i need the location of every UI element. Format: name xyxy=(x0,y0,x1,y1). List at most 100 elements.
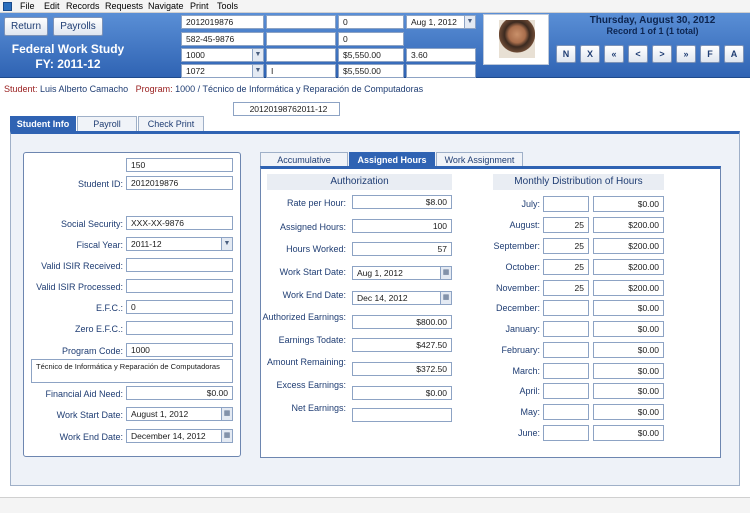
menu-navigate[interactable]: Navigate xyxy=(148,1,184,11)
header-field[interactable]: $5,550.00 xyxy=(338,48,404,62)
month-hours-field[interactable] xyxy=(543,363,589,379)
header-field[interactable]: 3.60 xyxy=(406,48,476,62)
month-amount-field[interactable]: $0.00 xyxy=(593,363,664,379)
month-amount-field[interactable]: $0.00 xyxy=(593,342,664,358)
find-button[interactable]: F xyxy=(700,45,720,63)
auth-work-start-field[interactable]: Aug 1, 2012 ▦ xyxy=(352,266,452,280)
month-hours-field[interactable]: 25 xyxy=(543,280,589,296)
month-hours-field[interactable] xyxy=(543,196,589,212)
header-field-code[interactable]: 1072 ▼ xyxy=(181,64,264,78)
chevron-down-icon[interactable]: ▼ xyxy=(252,49,263,61)
calendar-icon[interactable]: ▦ xyxy=(440,267,451,279)
month-label: August: xyxy=(509,220,540,230)
header-field[interactable]: $5,550.00 xyxy=(338,64,404,78)
earnings-todate-field[interactable]: $427.50 xyxy=(352,338,452,352)
month-amount-field[interactable]: $0.00 xyxy=(593,196,664,212)
tab-assigned-hours[interactable]: Assigned Hours xyxy=(349,152,435,166)
month-amount-field[interactable]: $200.00 xyxy=(593,259,664,275)
financial-aid-field[interactable]: $0.00 xyxy=(126,386,233,400)
menu-requests[interactable]: Requests xyxy=(105,1,143,11)
all-records-button[interactable]: A xyxy=(724,45,744,63)
header-date-field[interactable]: Aug 1, 2012 ▼ xyxy=(406,15,476,29)
header-field[interactable]: 0 xyxy=(338,32,404,46)
chevron-down-icon[interactable]: ▼ xyxy=(252,65,263,77)
month-hours-field[interactable]: 25 xyxy=(543,259,589,275)
calendar-icon[interactable]: ▦ xyxy=(440,292,451,304)
new-record-button[interactable]: N xyxy=(556,45,576,63)
menu-records[interactable]: Records xyxy=(66,1,100,11)
tab-student-info[interactable]: Student Info xyxy=(10,116,76,131)
tab-accumulative[interactable]: Accumulative xyxy=(260,152,348,166)
hours-worked-field[interactable]: 57 xyxy=(352,242,452,256)
month-amount-field[interactable]: $200.00 xyxy=(593,238,664,254)
program-description-field[interactable]: Técnico de Informática y Reparación de C… xyxy=(31,359,233,383)
app-name: Federal Work Study xyxy=(11,42,125,56)
header-field[interactable] xyxy=(266,15,336,29)
assigned-hours-field[interactable]: 100 xyxy=(352,219,452,233)
menu-file[interactable]: File xyxy=(20,1,35,11)
chevron-down-icon[interactable]: ▼ xyxy=(221,238,232,250)
work-start-value: August 1, 2012 xyxy=(131,409,189,419)
header-field[interactable] xyxy=(406,64,476,78)
ssn-field[interactable]: XXX-XX-9876 xyxy=(126,216,233,230)
return-button[interactable]: Return xyxy=(4,17,48,36)
prev-record-button[interactable]: < xyxy=(628,45,648,63)
month-amount-field[interactable]: $200.00 xyxy=(593,280,664,296)
month-hours-field[interactable] xyxy=(543,383,589,399)
student-photo xyxy=(483,14,549,65)
month-amount-field[interactable]: $0.00 xyxy=(593,300,664,316)
last-record-button[interactable]: » xyxy=(676,45,696,63)
month-hours-field[interactable]: 25 xyxy=(543,217,589,233)
header-field[interactable] xyxy=(266,32,336,46)
payrolls-button[interactable]: Payrolls xyxy=(53,17,103,36)
student-id-field[interactable]: 2012019876 xyxy=(126,176,233,190)
net-earnings-field[interactable] xyxy=(352,408,452,422)
month-hours-field[interactable] xyxy=(543,425,589,441)
menu-print[interactable]: Print xyxy=(190,1,209,11)
chevron-down-icon[interactable]: ▼ xyxy=(464,16,475,28)
fiscal-year-select[interactable]: 2011-12 ▼ xyxy=(126,237,233,251)
authorized-earnings-field[interactable]: $800.00 xyxy=(352,315,452,329)
month-hours-field[interactable] xyxy=(543,321,589,337)
header-field[interactable] xyxy=(266,48,336,62)
calendar-icon[interactable]: ▦ xyxy=(221,430,232,442)
auth-work-end-field[interactable]: Dec 14, 2012 ▦ xyxy=(352,291,452,305)
header-field-student-id[interactable]: 2012019876 xyxy=(181,15,264,29)
month-amount-field[interactable]: $0.00 xyxy=(593,425,664,441)
month-amount-field[interactable]: $0.00 xyxy=(593,383,664,399)
fiscal-year-label: Fiscal Year: xyxy=(76,240,123,250)
program-code-field[interactable]: 1000 xyxy=(126,343,233,357)
assigned-hours-label: Assigned Hours: xyxy=(279,222,346,232)
menu-edit[interactable]: Edit xyxy=(44,1,60,11)
tab-work-assignment[interactable]: Work Assignment xyxy=(436,152,523,166)
excess-earnings-field[interactable]: $0.00 xyxy=(352,386,452,400)
header-field-ssn[interactable]: 582-45-9876 xyxy=(181,32,264,46)
isir-processed-field[interactable] xyxy=(126,279,233,293)
record-id-field[interactable]: 20120198762011-12 xyxy=(233,102,340,116)
menu-tools[interactable]: Tools xyxy=(217,1,238,11)
month-hours-field[interactable]: 25 xyxy=(543,238,589,254)
first-record-button[interactable]: « xyxy=(604,45,624,63)
next-record-button[interactable]: > xyxy=(652,45,672,63)
delete-record-button[interactable]: X xyxy=(580,45,600,63)
calendar-icon[interactable]: ▦ xyxy=(221,408,232,420)
zero-efc-field[interactable] xyxy=(126,321,233,335)
month-amount-field[interactable]: $0.00 xyxy=(593,404,664,420)
top-value-field[interactable]: 150 xyxy=(126,158,233,172)
month-amount-field[interactable]: $200.00 xyxy=(593,217,664,233)
header-field-program[interactable]: 1000 ▼ xyxy=(181,48,264,62)
efc-field[interactable]: 0 xyxy=(126,300,233,314)
month-amount-field[interactable]: $0.00 xyxy=(593,321,664,337)
tab-check-print[interactable]: Check Print xyxy=(138,116,204,131)
header-field[interactable]: I xyxy=(266,64,336,78)
tab-payroll[interactable]: Payroll xyxy=(77,116,137,131)
month-hours-field[interactable] xyxy=(543,342,589,358)
work-start-field[interactable]: August 1, 2012 ▦ xyxy=(126,407,233,421)
month-hours-field[interactable] xyxy=(543,300,589,316)
header-field[interactable]: 0 xyxy=(338,15,404,29)
work-end-field[interactable]: December 14, 2012 ▦ xyxy=(126,429,233,443)
amount-remaining-field[interactable]: $372.50 xyxy=(352,362,452,376)
month-hours-field[interactable] xyxy=(543,404,589,420)
isir-received-field[interactable] xyxy=(126,258,233,272)
rate-per-hour-field[interactable]: $8.00 xyxy=(352,195,452,209)
